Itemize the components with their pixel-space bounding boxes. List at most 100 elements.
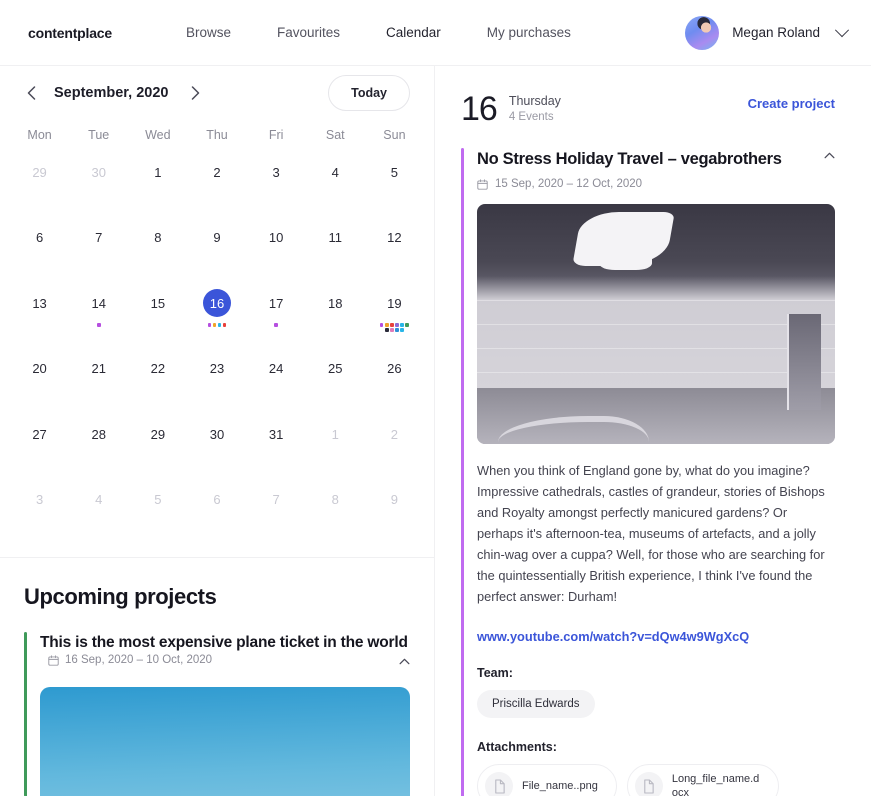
weekday-wed: Wed bbox=[145, 128, 171, 143]
event-dot bbox=[395, 323, 399, 327]
calendar-day-number: 10 bbox=[268, 230, 284, 246]
attachment-item[interactable]: File_name..png bbox=[477, 764, 617, 796]
calendar-day[interactable]: 8 bbox=[306, 474, 365, 540]
calendar-day[interactable]: 30 bbox=[69, 146, 128, 212]
calendar-header: September, 2020 Today bbox=[0, 66, 434, 120]
calendar-day[interactable]: 7 bbox=[247, 474, 306, 540]
calendar-day[interactable]: 5 bbox=[365, 146, 424, 212]
calendar-day[interactable]: 4 bbox=[69, 474, 128, 540]
calendar-day[interactable]: 7 bbox=[69, 212, 128, 278]
calendar-day[interactable]: 15 bbox=[128, 277, 187, 343]
user-menu[interactable]: Megan Roland bbox=[685, 15, 853, 50]
calendar-day[interactable]: 10 bbox=[247, 212, 306, 278]
wall-strip bbox=[477, 348, 835, 349]
team-chips: Priscilla Edwards bbox=[477, 690, 835, 718]
day-events-count: 4 Events bbox=[508, 111, 554, 123]
calendar-day[interactable]: 27 bbox=[10, 408, 69, 474]
calendar-day-selected[interactable]: 16 bbox=[187, 277, 246, 343]
calendar-day[interactable]: 9 bbox=[187, 212, 246, 278]
calendar-day-number: 2 bbox=[390, 426, 399, 442]
calendar-day[interactable]: 19 bbox=[365, 277, 424, 343]
attachments-label: Attachments: bbox=[477, 740, 557, 754]
calendar-day[interactable]: 2 bbox=[365, 408, 424, 474]
calendar-day[interactable]: 6 bbox=[187, 474, 246, 540]
event-accent-bar bbox=[461, 148, 464, 796]
calendar-day[interactable]: 17 bbox=[247, 277, 306, 343]
calendar-day[interactable]: 8 bbox=[128, 212, 187, 278]
calendar-day[interactable]: 12 bbox=[365, 212, 424, 278]
upcoming-project-item[interactable]: This is the most expensive plane ticket … bbox=[24, 632, 410, 796]
chevron-down-icon[interactable] bbox=[834, 22, 850, 37]
chevron-right-icon[interactable] bbox=[182, 80, 208, 106]
project-content: This is the most expensive plane ticket … bbox=[40, 632, 410, 796]
project-dates-row: 16 Sep, 2020 – 10 Oct, 2020 bbox=[48, 654, 212, 666]
page-body: September, 2020 Today Mon Tue Wed Thu Fr… bbox=[0, 66, 871, 796]
day-weekday: Thursday bbox=[508, 94, 561, 108]
team-member-chip[interactable]: Priscilla Edwards bbox=[477, 690, 595, 718]
calendar-day-number: 14 bbox=[91, 295, 106, 311]
calendar-day[interactable]: 21 bbox=[69, 343, 128, 409]
nav-item-my-purchases[interactable]: My purchases bbox=[487, 25, 571, 40]
calendar-day[interactable]: 1 bbox=[306, 408, 365, 474]
calendar-day[interactable]: 4 bbox=[306, 146, 365, 212]
create-project-button[interactable]: Create project bbox=[748, 92, 835, 111]
nav-item-browse[interactable]: Browse bbox=[186, 25, 231, 40]
attachment-item[interactable]: Long_file_name.docx bbox=[626, 764, 779, 796]
calendar-week-row: 6 7 8 9 10 11 12 bbox=[10, 212, 424, 278]
brand-logo[interactable]: contentplace bbox=[28, 25, 112, 41]
calendar-day[interactable]: 29 bbox=[10, 146, 69, 212]
nav-item-calendar[interactable]: Calendar bbox=[386, 25, 441, 40]
calendar-day-number: 25 bbox=[328, 361, 343, 377]
event-title: No Stress Holiday Travel – vegabrothers bbox=[477, 150, 782, 168]
file-icon bbox=[485, 772, 513, 796]
event-dot bbox=[207, 323, 212, 327]
calendar-day[interactable]: 5 bbox=[128, 474, 187, 540]
calendar-day[interactable]: 25 bbox=[306, 343, 365, 409]
event-description: When you think of England gone by, what … bbox=[477, 463, 825, 604]
calendar-day[interactable]: 29 bbox=[128, 408, 187, 474]
calendar-day-number: 1 bbox=[331, 426, 339, 442]
day-detail-panel: 16 Thursday 4 Events Create project No S… bbox=[435, 66, 871, 796]
calendar-day[interactable]: 28 bbox=[69, 408, 128, 474]
weekday-sat: Sat bbox=[325, 128, 345, 143]
calendar-day[interactable]: 3 bbox=[10, 474, 69, 540]
calendar-day[interactable]: 23 bbox=[187, 343, 246, 409]
event-item-expanded[interactable]: No Stress Holiday Travel – vegabrothers … bbox=[461, 126, 835, 796]
calendar-day[interactable]: 31 bbox=[247, 408, 306, 474]
calendar-day-number: 4 bbox=[95, 492, 103, 508]
calendar-day[interactable]: 1 bbox=[128, 146, 187, 212]
project-dates: 16 Sep, 2020 – 10 Oct, 2020 bbox=[65, 654, 213, 667]
project-title: This is the most expensive plane ticket … bbox=[40, 634, 408, 652]
calendar-day[interactable]: 3 bbox=[247, 146, 306, 212]
calendar-day[interactable]: 20 bbox=[10, 343, 69, 409]
nav-item-favourites[interactable]: Favourites bbox=[277, 25, 340, 40]
calendar-day[interactable]: 26 bbox=[365, 343, 424, 409]
chevron-left-icon[interactable] bbox=[18, 80, 44, 106]
calendar-day-number: 17 bbox=[268, 295, 284, 311]
chevron-up-icon[interactable] bbox=[399, 654, 410, 668]
calendar-day[interactable]: 24 bbox=[247, 343, 306, 409]
calendar-day[interactable]: 9 bbox=[365, 474, 424, 540]
calendar-day-number: 1 bbox=[154, 164, 162, 180]
calendar-day[interactable]: 22 bbox=[128, 343, 187, 409]
file-icon bbox=[634, 772, 663, 796]
calendar-day[interactable]: 18 bbox=[306, 277, 365, 343]
calendar-day[interactable]: 14 bbox=[69, 277, 128, 343]
today-button[interactable]: Today bbox=[328, 75, 410, 112]
calendar-day[interactable]: 6 bbox=[10, 212, 69, 278]
chevron-up-icon[interactable] bbox=[824, 148, 835, 162]
calendar-day[interactable]: 13 bbox=[10, 277, 69, 343]
event-external-link[interactable]: www.youtube.com/watch?v=dQw4w9WgXcQ bbox=[477, 629, 835, 644]
door-shape bbox=[787, 314, 821, 410]
calendar-day[interactable]: 30 bbox=[187, 408, 246, 474]
calendar-day-number: 7 bbox=[272, 492, 280, 508]
calendar-day-number: 8 bbox=[331, 492, 339, 508]
calendar-day-number: 18 bbox=[328, 295, 343, 311]
calendar-day-number: 15 bbox=[150, 295, 166, 311]
event-dot bbox=[395, 328, 399, 332]
calendar-week-row: 13 14 15 16 17 18 19 bbox=[10, 277, 424, 343]
attachment-name: File_name..png bbox=[522, 780, 598, 792]
calendar-day-number: 7 bbox=[95, 230, 103, 246]
calendar-day[interactable]: 11 bbox=[306, 212, 365, 278]
calendar-day[interactable]: 2 bbox=[187, 146, 246, 212]
